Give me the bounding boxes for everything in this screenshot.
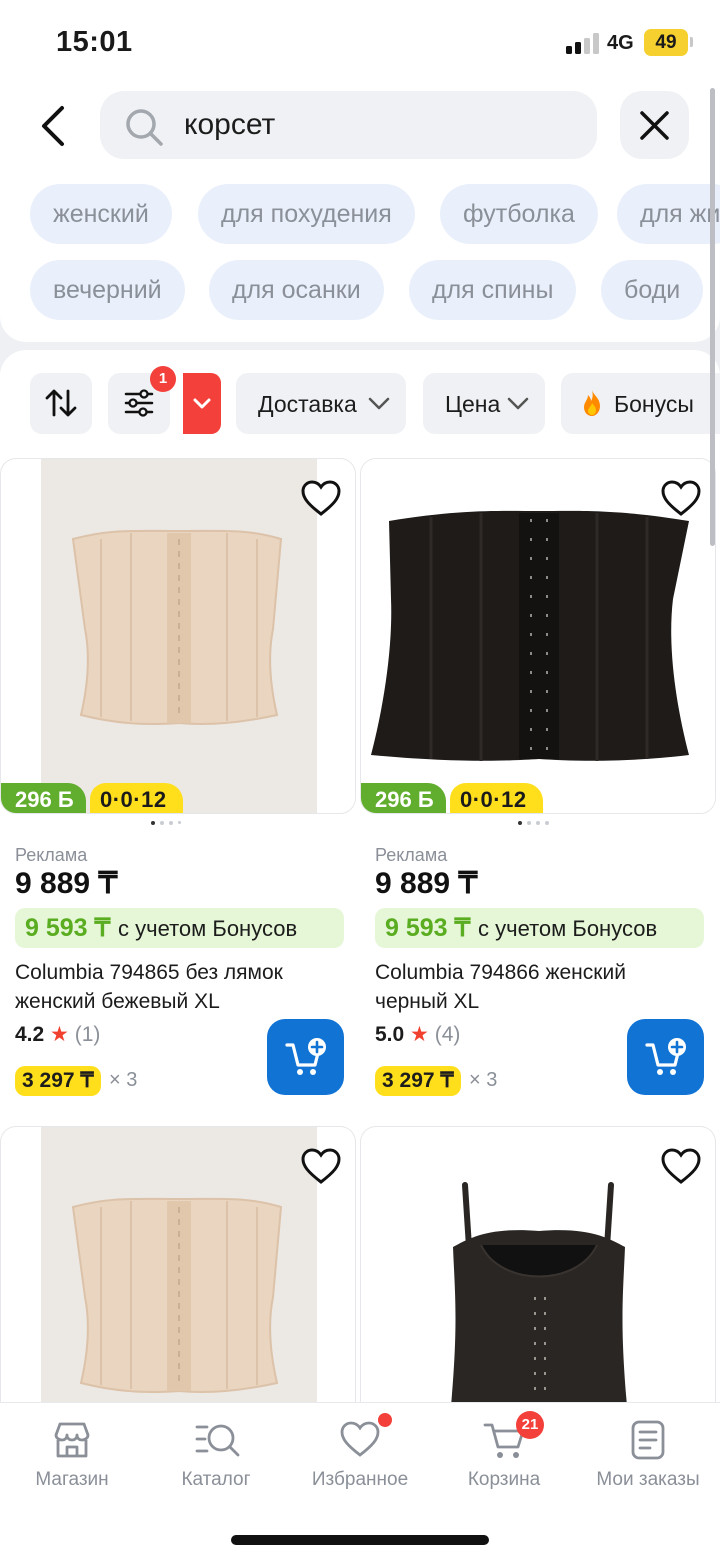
price-filter[interactable]: Цена bbox=[423, 373, 545, 434]
chevron-down-icon bbox=[193, 398, 211, 409]
suggestion-chip[interactable]: для осанки bbox=[209, 260, 384, 320]
filter-count-badge: 1 bbox=[150, 366, 176, 392]
installment-multiplier: × 3 bbox=[469, 1069, 498, 1091]
battery-cap bbox=[690, 37, 693, 47]
installment-price: 3 297 ₸ bbox=[15, 1066, 101, 1096]
image-pager-dots bbox=[518, 821, 554, 825]
image-pager-dots bbox=[151, 821, 186, 825]
nav-label: Магазин bbox=[35, 1469, 109, 1490]
filters-expand-button[interactable] bbox=[183, 373, 221, 434]
bonus-price-banner: 9 593 ₸ с учетом Бонусов bbox=[15, 908, 344, 948]
review-count: (4) bbox=[434, 1023, 461, 1046]
sort-icon bbox=[45, 389, 77, 417]
product-image[interactable] bbox=[0, 1126, 356, 1402]
nav-label: Корзина bbox=[467, 1469, 541, 1490]
suggestion-chip[interactable]: вечерний bbox=[30, 260, 185, 320]
ad-label: Реклама bbox=[15, 845, 88, 865]
cart-count-badge: 21 bbox=[516, 1411, 544, 1439]
bonus-tag: 296 Б bbox=[361, 783, 446, 813]
rating-value: 4.2 bbox=[15, 1023, 45, 1046]
favorite-heart-icon[interactable] bbox=[300, 479, 342, 517]
orders-icon bbox=[631, 1420, 665, 1460]
product-image[interactable] bbox=[360, 1126, 716, 1402]
nav-catalog[interactable]: Каталог bbox=[144, 1403, 288, 1513]
store-icon bbox=[54, 1422, 90, 1458]
nav-orders[interactable]: Мои заказы bbox=[576, 1403, 720, 1513]
favorite-heart-icon[interactable] bbox=[300, 1147, 342, 1185]
bottom-navigation: Магазин Каталог Избранное 21 Корзина Мои… bbox=[0, 1402, 720, 1558]
battery-icon: 49 bbox=[644, 29, 688, 56]
nav-store[interactable]: Магазин bbox=[0, 1403, 144, 1513]
back-button[interactable] bbox=[30, 104, 80, 154]
price-filter-label: Цена bbox=[445, 391, 501, 417]
catalog-icon bbox=[195, 1424, 240, 1457]
suggestion-chip[interactable]: боди bbox=[601, 260, 704, 320]
suggestion-chip[interactable]: женский bbox=[30, 184, 172, 244]
rating-value: 5.0 bbox=[375, 1023, 405, 1046]
fire-icon bbox=[584, 390, 600, 416]
add-to-cart-button[interactable] bbox=[627, 1019, 704, 1095]
product-rating: 4.2 ★ (1) bbox=[15, 1022, 100, 1047]
nav-label: Каталог bbox=[181, 1469, 251, 1490]
installment-tag: 0·0·12 bbox=[450, 783, 543, 813]
scrollbar[interactable] bbox=[710, 88, 715, 546]
review-count: (1) bbox=[74, 1023, 101, 1046]
suggestion-chip[interactable]: для похудения bbox=[198, 184, 415, 244]
nav-cart[interactable]: 21 Корзина bbox=[432, 1403, 576, 1513]
chevron-down-icon bbox=[507, 397, 529, 410]
search-input[interactable]: корсет bbox=[100, 91, 597, 159]
delivery-filter-label: Доставка bbox=[258, 391, 357, 417]
bonus-price-banner: 9 593 ₸ с учетом Бонусов bbox=[375, 908, 704, 948]
add-to-cart-icon bbox=[285, 1038, 326, 1075]
sort-button[interactable] bbox=[30, 373, 92, 434]
bonus-price-amount: 9 593 ₸ bbox=[25, 914, 111, 942]
product-image[interactable]: 296 Б 0·0·12 bbox=[0, 458, 356, 814]
suggestion-chip[interactable]: для спины bbox=[409, 260, 577, 320]
bonus-price-text: с учетом Бонусов bbox=[478, 916, 658, 941]
close-icon bbox=[640, 111, 669, 140]
add-to-cart-icon bbox=[645, 1038, 686, 1075]
search-icon bbox=[126, 109, 163, 146]
bonus-price-text: с учетом Бонусов bbox=[118, 916, 298, 941]
bonus-tag: 296 Б bbox=[1, 783, 86, 813]
sliders-icon bbox=[124, 389, 154, 417]
nav-label: Избранное bbox=[311, 1469, 409, 1490]
installment-multiplier: × 3 bbox=[109, 1069, 138, 1091]
product-price: 9 889 ₸ bbox=[375, 867, 478, 900]
ad-label: Реклама bbox=[375, 845, 448, 865]
favorite-heart-icon[interactable] bbox=[660, 1147, 702, 1185]
bonus-filter[interactable]: Бонусы bbox=[561, 373, 720, 434]
product-title[interactable]: Columbia 794865 без лямок женский бежевы… bbox=[15, 958, 335, 1016]
chevron-down-icon bbox=[368, 397, 390, 410]
installment-tag: 0·0·12 bbox=[90, 783, 183, 813]
product-title[interactable]: Columbia 794866 женский черный XL bbox=[375, 958, 695, 1016]
results-panel: 1 Доставка Цена Бонусы 296 Б 0·0·12 Рекл bbox=[0, 350, 720, 1402]
search-query: корсет bbox=[184, 108, 276, 141]
notification-dot bbox=[378, 1413, 392, 1427]
star-icon: ★ bbox=[410, 1023, 429, 1046]
favorite-heart-icon[interactable] bbox=[660, 479, 702, 517]
delivery-filter[interactable]: Доставка bbox=[236, 373, 406, 434]
suggestion-chip[interactable]: для жи bbox=[617, 184, 720, 244]
suggestion-chip[interactable]: футболка bbox=[440, 184, 598, 244]
product-rating: 5.0 ★ (4) bbox=[375, 1022, 460, 1047]
bonus-filter-label: Бонусы bbox=[614, 391, 694, 417]
nav-label: Мои заказы bbox=[596, 1469, 700, 1490]
product-image[interactable]: 296 Б 0·0·12 bbox=[360, 458, 716, 814]
network-type: 4G bbox=[607, 32, 634, 54]
bonus-price-amount: 9 593 ₸ bbox=[385, 914, 471, 942]
status-time: 15:01 bbox=[56, 26, 133, 58]
chevron-left-icon bbox=[42, 106, 64, 146]
heart-icon bbox=[340, 1421, 380, 1457]
signal-icon bbox=[566, 32, 602, 54]
add-to-cart-button[interactable] bbox=[267, 1019, 344, 1095]
product-price: 9 889 ₸ bbox=[15, 867, 118, 900]
star-icon: ★ bbox=[50, 1023, 69, 1046]
nav-favorites[interactable]: Избранное bbox=[288, 1403, 432, 1513]
status-bar: 15:01 4G 49 bbox=[0, 0, 720, 86]
clear-search-button[interactable] bbox=[620, 91, 689, 159]
installment-price: 3 297 ₸ bbox=[375, 1066, 461, 1096]
home-indicator bbox=[231, 1535, 489, 1545]
search-panel: корсет женский для похудения футболка дл… bbox=[0, 86, 720, 342]
